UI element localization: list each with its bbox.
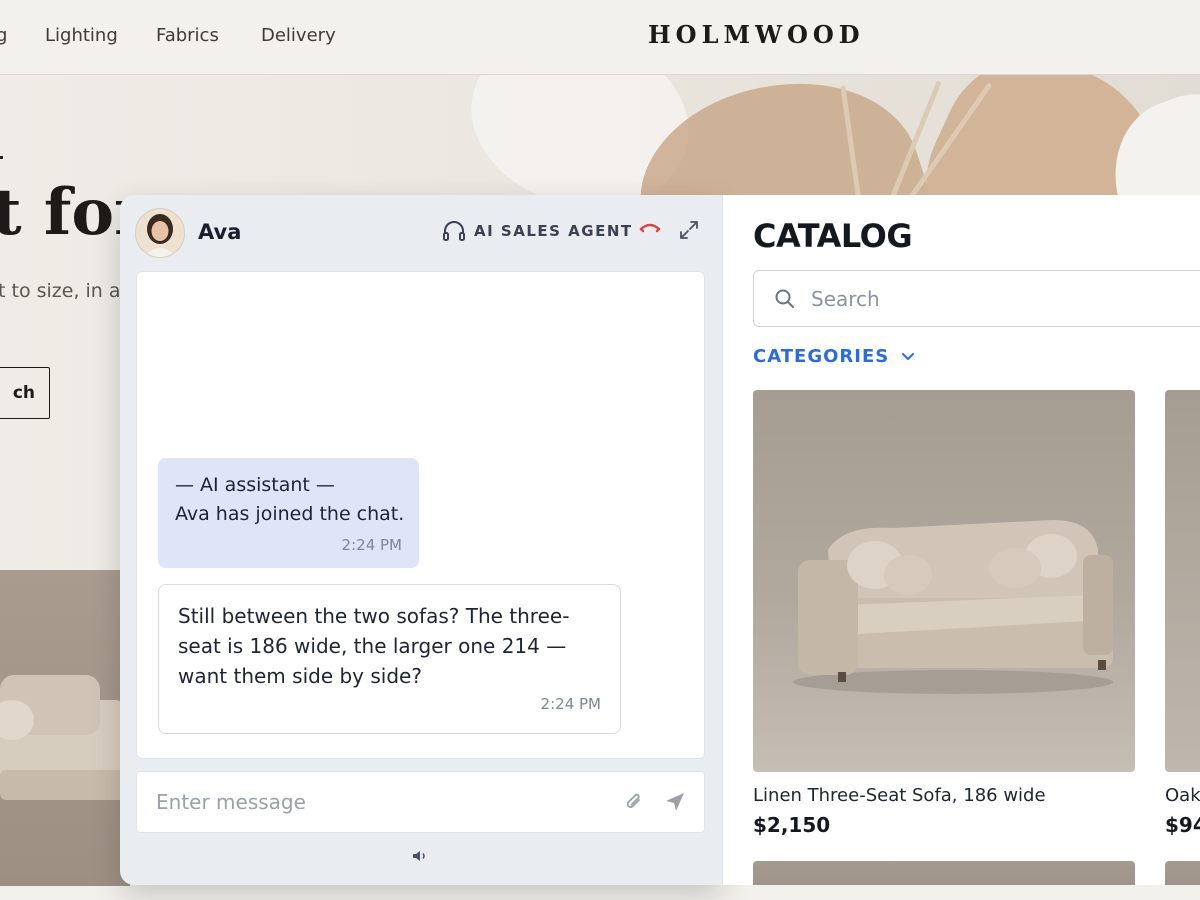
nav-link-fabrics[interactable]: Fabrics xyxy=(156,25,219,46)
catalog-title: CATALOG xyxy=(753,217,913,255)
nav-link-lighting[interactable]: Lighting xyxy=(45,25,118,46)
product-price: $2,150 xyxy=(753,813,831,837)
agent-message: Still between the two sofas? The three-s… xyxy=(158,584,621,734)
paperclip-icon[interactable] xyxy=(624,791,644,813)
system-message-title: — AI assistant — xyxy=(175,474,335,496)
system-message-text: Ava has joined the chat. xyxy=(175,503,405,525)
message-timestamp: 2:24 PM xyxy=(540,695,601,713)
product-price: $94 xyxy=(1165,813,1200,837)
message-composer xyxy=(136,771,705,833)
nav-link-delivery[interactable]: Delivery xyxy=(261,25,336,46)
agent-name: Ava xyxy=(198,220,242,244)
product-image[interactable] xyxy=(1165,390,1200,772)
agent-message-text: Still between the two sofas? The three-s… xyxy=(178,604,570,688)
hero-cta-button[interactable]: ch xyxy=(0,367,50,419)
chevron-down-icon xyxy=(902,352,915,360)
agent-avatar xyxy=(135,208,185,258)
sofa-image xyxy=(0,675,130,800)
search-input[interactable] xyxy=(809,281,1193,317)
brand-logo[interactable]: HOLMWOOD xyxy=(648,20,865,49)
product-photo-partial xyxy=(0,570,130,886)
hero-subtitle: t to size, in a xyxy=(0,280,121,302)
catalog-panel: CATALOG CATEGORIES Linen Three- xyxy=(722,195,1200,885)
search-icon xyxy=(775,289,794,308)
categories-label: CATEGORIES xyxy=(753,346,890,367)
hang-up-icon[interactable] xyxy=(638,220,662,234)
chat-messages[interactable]: — AI assistant — Ava has joined the chat… xyxy=(136,271,705,759)
send-icon[interactable] xyxy=(664,791,686,813)
product-image[interactable] xyxy=(753,390,1135,772)
product-image[interactable] xyxy=(1165,861,1200,885)
product-image[interactable] xyxy=(753,861,1135,885)
chat-panel: Ava AI SALES AGENT — AI assistant — Ava … xyxy=(120,195,722,885)
product-name[interactable]: Oak xyxy=(1165,785,1200,806)
categories-dropdown[interactable]: CATEGORIES xyxy=(753,346,915,367)
hero-eyebrow xyxy=(0,156,3,159)
speaker-icon[interactable] xyxy=(412,849,428,863)
message-input[interactable] xyxy=(154,784,598,820)
sofa-image xyxy=(793,520,1113,694)
catalog-search xyxy=(753,270,1200,327)
agent-role-text: AI SALES AGENT xyxy=(474,222,633,240)
system-message: — AI assistant — Ava has joined the chat… xyxy=(158,458,419,568)
headset-icon xyxy=(443,221,465,241)
agent-role-label: AI SALES AGENT xyxy=(442,220,633,242)
expand-icon[interactable] xyxy=(678,219,700,241)
nav-link-partial[interactable]: g xyxy=(0,25,7,46)
message-timestamp: 2:24 PM xyxy=(341,536,402,554)
site-header: g Lighting Fabrics Delivery HOLMWOOD xyxy=(0,0,1200,75)
product-name[interactable]: Linen Three-Seat Sofa, 186 wide xyxy=(753,785,1046,806)
